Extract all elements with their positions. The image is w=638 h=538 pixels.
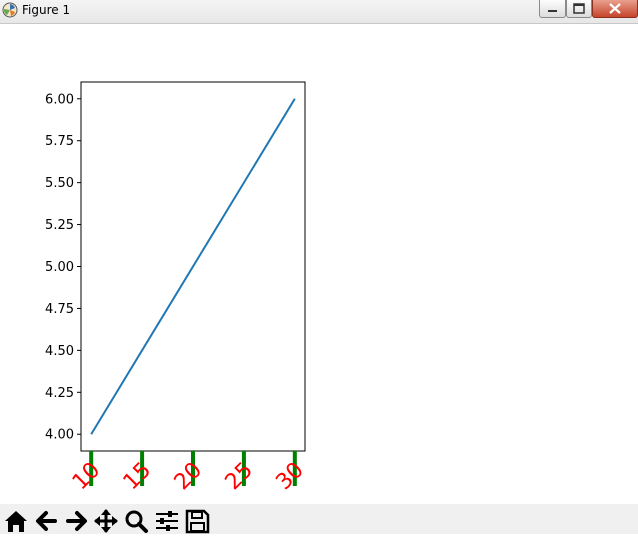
pan-icon — [94, 509, 118, 533]
minimize-icon — [548, 10, 557, 12]
window-title: Figure 1 — [22, 3, 71, 17]
y-tick-label: 4.25 — [45, 386, 74, 401]
maximize-button[interactable] — [566, 0, 592, 18]
navigation-toolbar — [0, 504, 638, 534]
close-button[interactable] — [592, 0, 638, 18]
y-tick-label: 5.00 — [45, 260, 74, 275]
y-tick-label: 5.50 — [45, 176, 74, 191]
close-icon — [609, 3, 621, 14]
zoom-button[interactable] — [122, 508, 150, 534]
y-tick-label: 5.25 — [45, 218, 74, 233]
zoom-icon — [125, 510, 148, 533]
maximize-icon — [573, 3, 585, 14]
configure-subplots-icon — [156, 511, 178, 531]
x-tick-label: 10 — [68, 458, 105, 495]
back-arrow-icon — [36, 511, 57, 531]
save-button[interactable] — [183, 508, 211, 534]
chart: 4.00 4.25 4.50 4.75 5.00 5.25 5.50 5.75 6.00 10 15… — [45, 81, 309, 495]
configure-subplots-button[interactable] — [153, 508, 181, 534]
y-tick-label: 4.50 — [45, 344, 74, 359]
y-tick-label: 5.75 — [45, 134, 74, 149]
back-button[interactable] — [33, 508, 61, 534]
matplotlib-app-icon — [2, 2, 18, 18]
y-tick-label: 6.00 — [45, 92, 74, 107]
x-tick-label: 30 — [271, 458, 308, 495]
title-bar: Figure 1 — [0, 0, 638, 24]
x-tick-label: 20 — [170, 458, 207, 495]
x-tick-label: 25 — [221, 458, 258, 495]
home-button[interactable] — [2, 508, 30, 534]
minimize-button[interactable] — [539, 0, 566, 18]
y-tick-label: 4.00 — [45, 428, 74, 443]
save-icon — [185, 509, 210, 534]
home-icon — [5, 511, 27, 532]
forward-arrow-icon — [66, 511, 87, 531]
x-tick-label: 15 — [119, 458, 156, 495]
pan-button[interactable] — [92, 508, 120, 534]
y-tick-label: 4.75 — [45, 302, 74, 317]
figure-canvas[interactable]: 4.00 4.25 4.50 4.75 5.00 5.25 5.50 5.75 6.00 10 15… — [0, 25, 638, 504]
forward-button[interactable] — [62, 508, 90, 534]
